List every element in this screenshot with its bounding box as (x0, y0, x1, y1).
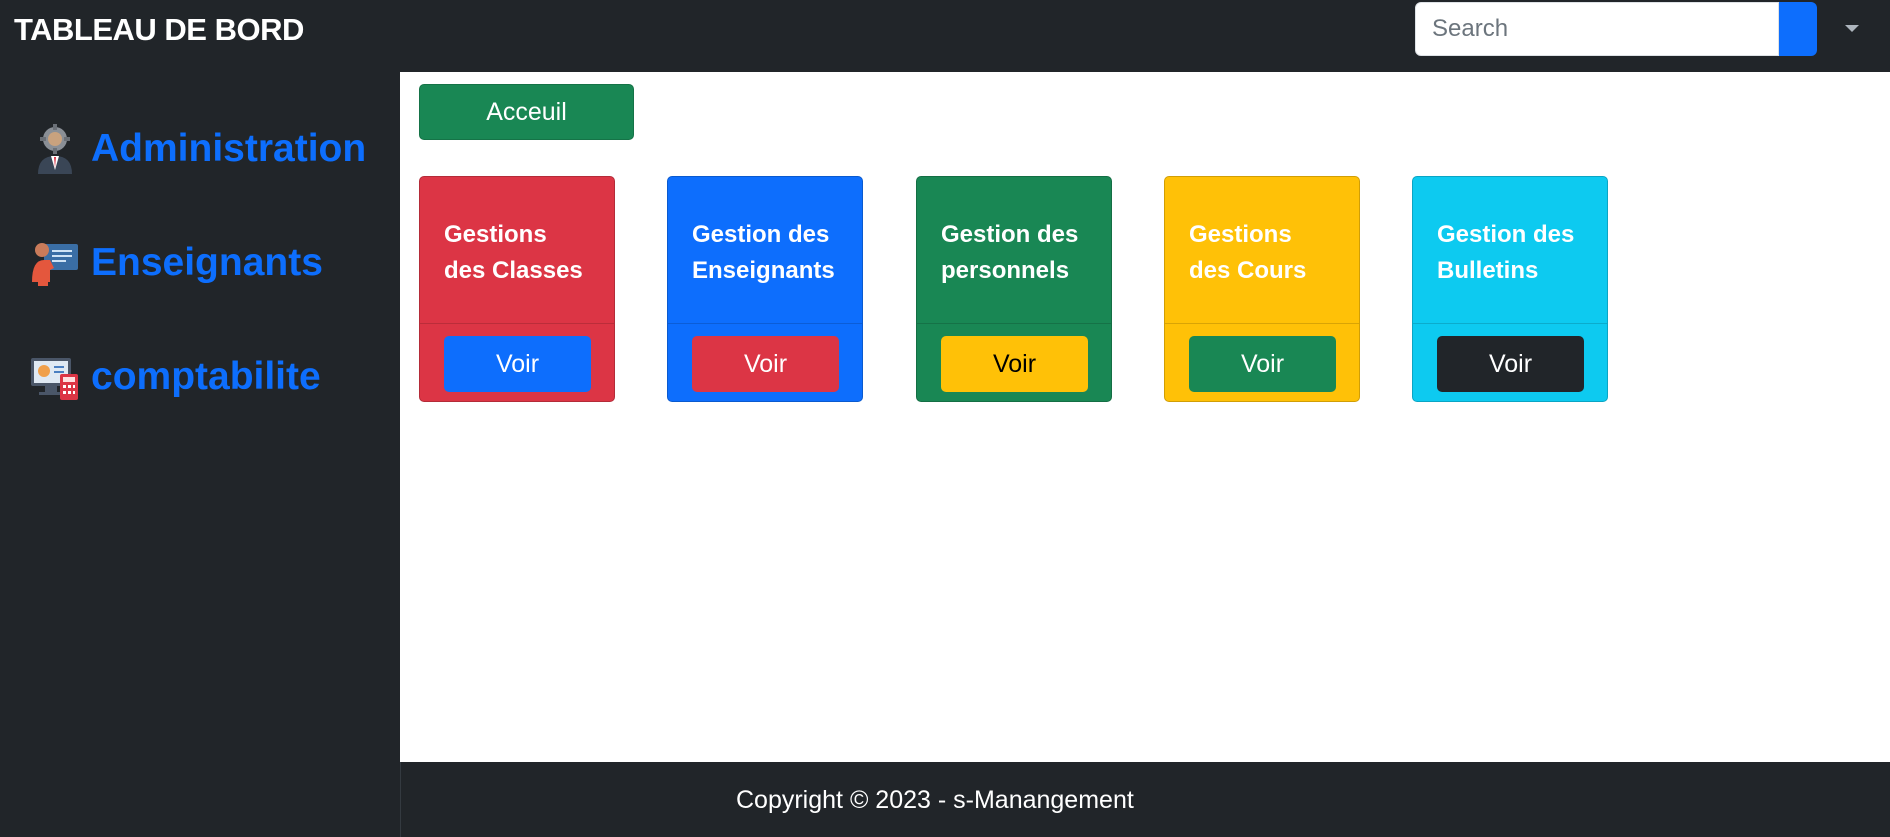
voir-button[interactable]: Voir (941, 336, 1088, 392)
sidebar: Administration Enseignants comptabilite (0, 72, 400, 837)
card-footer: Voir (1165, 323, 1359, 403)
card-title-line: des Cours (1189, 257, 1307, 284)
accueil-button[interactable]: Acceuil (419, 84, 634, 140)
card-gestion-cours: Gestions des Cours Voir (1164, 176, 1360, 402)
card-body: Gestion des personnels (917, 177, 1111, 323)
card-title-line: Bulletins (1437, 257, 1539, 284)
card-title-line: Gestion des (1437, 221, 1575, 248)
card-body: Gestions des Classes (420, 177, 614, 323)
card-title-line: Enseignants (692, 257, 835, 284)
card-body: Gestion des Bulletins (1413, 177, 1607, 323)
card-footer: Voir (917, 323, 1111, 403)
main-content: Acceuil Gestions des Classes Voir Gestio… (400, 72, 1890, 762)
card-title-line: Gestions (444, 221, 547, 248)
card-gestion-bulletins: Gestion des Bulletins Voir (1412, 176, 1608, 402)
search-input[interactable] (1415, 2, 1779, 56)
card-gestion-enseignants: Gestion des Enseignants Voir (667, 176, 863, 402)
sidebar-item-enseignants[interactable]: Enseignants (30, 238, 323, 288)
top-navbar: TABLEAU DE BORD (0, 0, 1890, 72)
card-footer: Voir (420, 323, 614, 403)
voir-button[interactable]: Voir (692, 336, 839, 392)
card-title-line: Gestion des (941, 221, 1079, 248)
sidebar-item-comptabilite[interactable]: comptabilite (30, 352, 321, 402)
card-gestion-classes: Gestions des Classes Voir (419, 176, 615, 402)
card-title-line: des Classes (444, 257, 583, 284)
copyright-text: Copyright © 2023 - s-Manangement (736, 786, 1134, 814)
sidebar-item-label: comptabilite (91, 355, 321, 398)
card-title-line: personnels (941, 257, 1070, 284)
search-button[interactable] (1779, 2, 1817, 56)
page-footer: Copyright © 2023 - s-Manangement (400, 762, 1890, 837)
card-gestion-personnels: Gestion des personnels Voir (916, 176, 1112, 402)
card-title-line: Gestion des (692, 221, 830, 248)
card-footer: Voir (1413, 323, 1607, 403)
card-title-line: Gestions (1189, 221, 1292, 248)
sidebar-item-administration[interactable]: Administration (30, 124, 366, 174)
brand-title[interactable]: TABLEAU DE BORD (14, 12, 304, 48)
sidebar-item-label: Enseignants (91, 241, 323, 284)
card-body: Gestion des Enseignants (668, 177, 862, 323)
card-footer: Voir (668, 323, 862, 403)
voir-button[interactable]: Voir (1437, 336, 1584, 392)
voir-button[interactable]: Voir (444, 336, 591, 392)
admin-gear-person-icon (38, 124, 72, 174)
teacher-board-icon (32, 243, 78, 286)
sidebar-item-label: Administration (91, 127, 367, 170)
computer-calculator-icon (31, 358, 78, 400)
card-body: Gestions des Cours (1165, 177, 1359, 323)
voir-button[interactable]: Voir (1189, 336, 1336, 392)
user-dropdown-caret-icon[interactable] (1845, 25, 1859, 32)
